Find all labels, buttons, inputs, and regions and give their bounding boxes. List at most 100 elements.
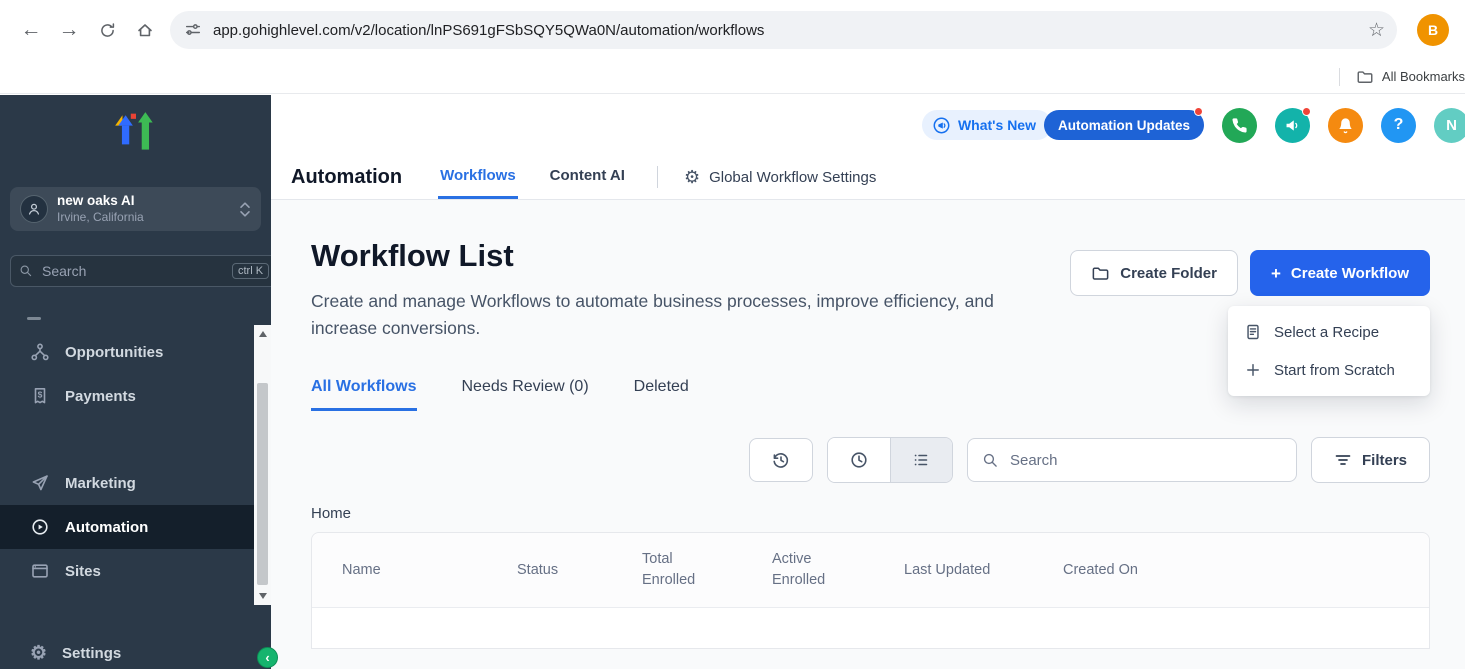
- bookmark-star-icon[interactable]: ☆: [1368, 19, 1385, 42]
- header-divider: [657, 166, 658, 188]
- sidebar-item-payments[interactable]: $ Payments: [0, 374, 271, 418]
- refresh-icon: [98, 21, 117, 40]
- notification-dot: [1194, 107, 1203, 116]
- announcements-button[interactable]: [1275, 108, 1310, 143]
- scroll-down-arrow[interactable]: [259, 593, 267, 599]
- header-actions: Create Folder + Create Workflow: [1070, 250, 1430, 296]
- sidebar-item-automation[interactable]: Automation: [0, 505, 271, 549]
- all-bookmarks-button[interactable]: All Bookmarks: [1356, 68, 1465, 86]
- scrollbar-thumb[interactable]: [257, 383, 268, 585]
- list-toolbar: Filters: [311, 437, 1430, 483]
- sidebar: new oaks AI Irvine, California: [0, 95, 271, 669]
- create-folder-label: Create Folder: [1120, 265, 1217, 282]
- gear-icon: ⚙: [684, 168, 700, 186]
- plus-icon: [1244, 361, 1262, 379]
- create-folder-button[interactable]: Create Folder: [1070, 250, 1238, 296]
- announcement-icon: [932, 116, 951, 135]
- user-avatar[interactable]: N: [1434, 108, 1465, 143]
- sidebar-item-opportunities[interactable]: Opportunities: [0, 330, 271, 374]
- filters-label: Filters: [1362, 452, 1407, 469]
- folder-icon: [1356, 68, 1374, 86]
- workflow-search-input[interactable]: [1008, 451, 1282, 470]
- location-text: new oaks AI Irvine, California: [57, 193, 230, 225]
- home-icon: [135, 20, 155, 40]
- sidebar-item-label: Opportunities: [65, 344, 163, 361]
- scrolled-item-sliver: [27, 317, 41, 320]
- notifications-button[interactable]: [1328, 108, 1363, 143]
- heading-text: Workflow List Create and manage Workflow…: [311, 238, 1011, 342]
- list-icon: [911, 450, 931, 470]
- sidebar-section-gap: [0, 418, 271, 461]
- whats-new-group: What's New Automation Updates: [922, 110, 1204, 140]
- create-workflow-button[interactable]: + Create Workflow: [1250, 250, 1430, 296]
- location-city: Irvine, California: [57, 210, 230, 225]
- help-button[interactable]: ?: [1381, 108, 1416, 143]
- menu-item-select-recipe[interactable]: Select a Recipe: [1228, 313, 1430, 351]
- bookmarks-bar: All Bookmarks: [0, 60, 1465, 94]
- history-button[interactable]: [749, 438, 813, 482]
- workflow-search[interactable]: [967, 438, 1297, 482]
- chevron-up-down-icon: [239, 201, 251, 218]
- sidebar-search-input[interactable]: [40, 262, 225, 280]
- main-area: What's New Automation Updates: [271, 95, 1465, 669]
- tab-deleted[interactable]: Deleted: [634, 378, 689, 411]
- sidebar-scrollbar: [254, 325, 271, 605]
- automation-icon: [30, 517, 50, 537]
- filters-button[interactable]: Filters: [1311, 437, 1430, 483]
- svg-text:$: $: [38, 390, 43, 400]
- column-header-last-updated: Last Updated: [904, 562, 1063, 578]
- back-icon[interactable]: ←: [12, 11, 50, 49]
- page-heading-row: Workflow List Create and manage Workflow…: [311, 238, 1430, 342]
- automation-header: Automation Workflows Content AI ⚙ Global…: [271, 155, 1465, 200]
- column-header-total-enrolled: Total Enrolled: [642, 549, 772, 591]
- plus-icon: +: [1271, 265, 1281, 282]
- workflow-table: Name Status Total Enrolled Active Enroll…: [311, 532, 1430, 649]
- create-workflow-label: Create Workflow: [1291, 265, 1409, 282]
- sidebar-item-marketing[interactable]: Marketing: [0, 461, 271, 505]
- url-text: app.gohighlevel.com/v2/location/lnPS691g…: [213, 22, 1357, 39]
- page-title: Automation: [291, 166, 402, 189]
- browser-window-icon: [30, 561, 50, 581]
- sidebar-item-settings[interactable]: ⚙ Settings: [0, 631, 271, 669]
- user-avatar-initial: N: [1446, 117, 1457, 134]
- browser-chrome: ← → app.gohighlevel.com/v2/: [0, 0, 1465, 95]
- column-header-active-enrolled: Active Enrolled: [772, 549, 904, 591]
- history-icon: [771, 450, 791, 470]
- list-view-button[interactable]: [890, 438, 952, 482]
- browser-profile-avatar[interactable]: B: [1417, 14, 1449, 46]
- sidebar-item-label: Automation: [65, 519, 148, 536]
- site-settings-icon[interactable]: [184, 21, 202, 39]
- table-row: [312, 608, 1429, 648]
- gear-icon: ⚙: [30, 644, 47, 663]
- workflow-list-content: Workflow List Create and manage Workflow…: [271, 200, 1465, 669]
- table-header-row: Name Status Total Enrolled Active Enroll…: [312, 533, 1429, 608]
- home-icon[interactable]: [126, 11, 164, 49]
- menu-item-start-from-scratch[interactable]: Start from Scratch: [1228, 351, 1430, 389]
- refresh-icon[interactable]: [88, 11, 126, 49]
- forward-icon[interactable]: →: [50, 11, 88, 49]
- global-workflow-settings-link[interactable]: ⚙ Global Workflow Settings: [684, 168, 876, 186]
- column-header-status: Status: [517, 562, 642, 578]
- breadcrumb[interactable]: Home: [311, 505, 1430, 522]
- location-switcher[interactable]: new oaks AI Irvine, California: [10, 187, 261, 231]
- screen: ← → app.gohighlevel.com/v2/: [0, 0, 1465, 669]
- whats-new-button[interactable]: What's New: [922, 110, 1052, 140]
- tab-needs-review[interactable]: Needs Review (0): [462, 378, 589, 411]
- notification-dot: [1302, 107, 1311, 116]
- address-bar[interactable]: app.gohighlevel.com/v2/location/lnPS691g…: [170, 11, 1397, 49]
- phone-button[interactable]: [1222, 108, 1257, 143]
- location-name: new oaks AI: [57, 193, 230, 210]
- tab-workflows[interactable]: Workflows: [438, 155, 518, 199]
- sidebar-search[interactable]: ctrl K: [10, 255, 271, 287]
- send-icon: [30, 473, 50, 493]
- sidebar-item-sites[interactable]: Sites: [0, 549, 271, 593]
- sidebar-item-label: Sites: [65, 563, 101, 580]
- tab-content-ai[interactable]: Content AI: [548, 155, 627, 199]
- collapse-sidebar-button[interactable]: ‹: [257, 647, 278, 668]
- column-header-name: Name: [342, 562, 517, 578]
- scroll-up-arrow[interactable]: [259, 331, 267, 337]
- clock-view-button[interactable]: [828, 438, 890, 482]
- tab-all-workflows[interactable]: All Workflows: [311, 378, 417, 411]
- automation-updates-badge[interactable]: Automation Updates: [1044, 110, 1204, 140]
- recipe-icon: [1244, 323, 1262, 341]
